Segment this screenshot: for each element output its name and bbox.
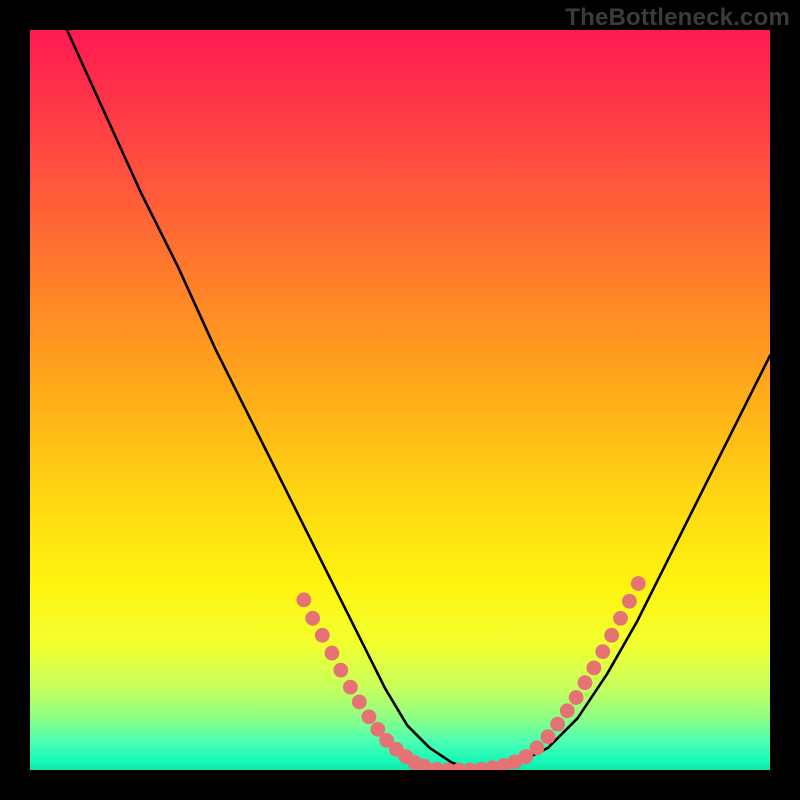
data-dot xyxy=(333,663,348,678)
data-dot xyxy=(305,611,320,626)
dot-layer xyxy=(296,576,645,770)
curve-line xyxy=(67,30,770,770)
data-dot xyxy=(569,690,584,705)
data-dot xyxy=(325,646,340,661)
data-dot xyxy=(315,628,330,643)
data-dot xyxy=(550,717,565,732)
data-dot xyxy=(530,740,545,755)
chart-frame: TheBottleneck.com xyxy=(0,0,800,800)
data-dot xyxy=(595,644,610,659)
data-dot xyxy=(578,675,593,690)
watermark-text: TheBottleneck.com xyxy=(565,4,790,32)
data-dot xyxy=(613,611,628,626)
data-dot xyxy=(622,594,637,609)
data-dot xyxy=(631,576,646,591)
chart-svg xyxy=(30,30,770,770)
data-dot xyxy=(560,703,575,718)
data-dot xyxy=(604,628,619,643)
data-dot xyxy=(343,680,358,695)
data-dot xyxy=(296,592,311,607)
data-dot xyxy=(362,709,377,724)
data-dot xyxy=(541,729,556,744)
data-dot xyxy=(586,660,601,675)
plot-area xyxy=(30,30,770,770)
data-dot xyxy=(352,695,367,710)
